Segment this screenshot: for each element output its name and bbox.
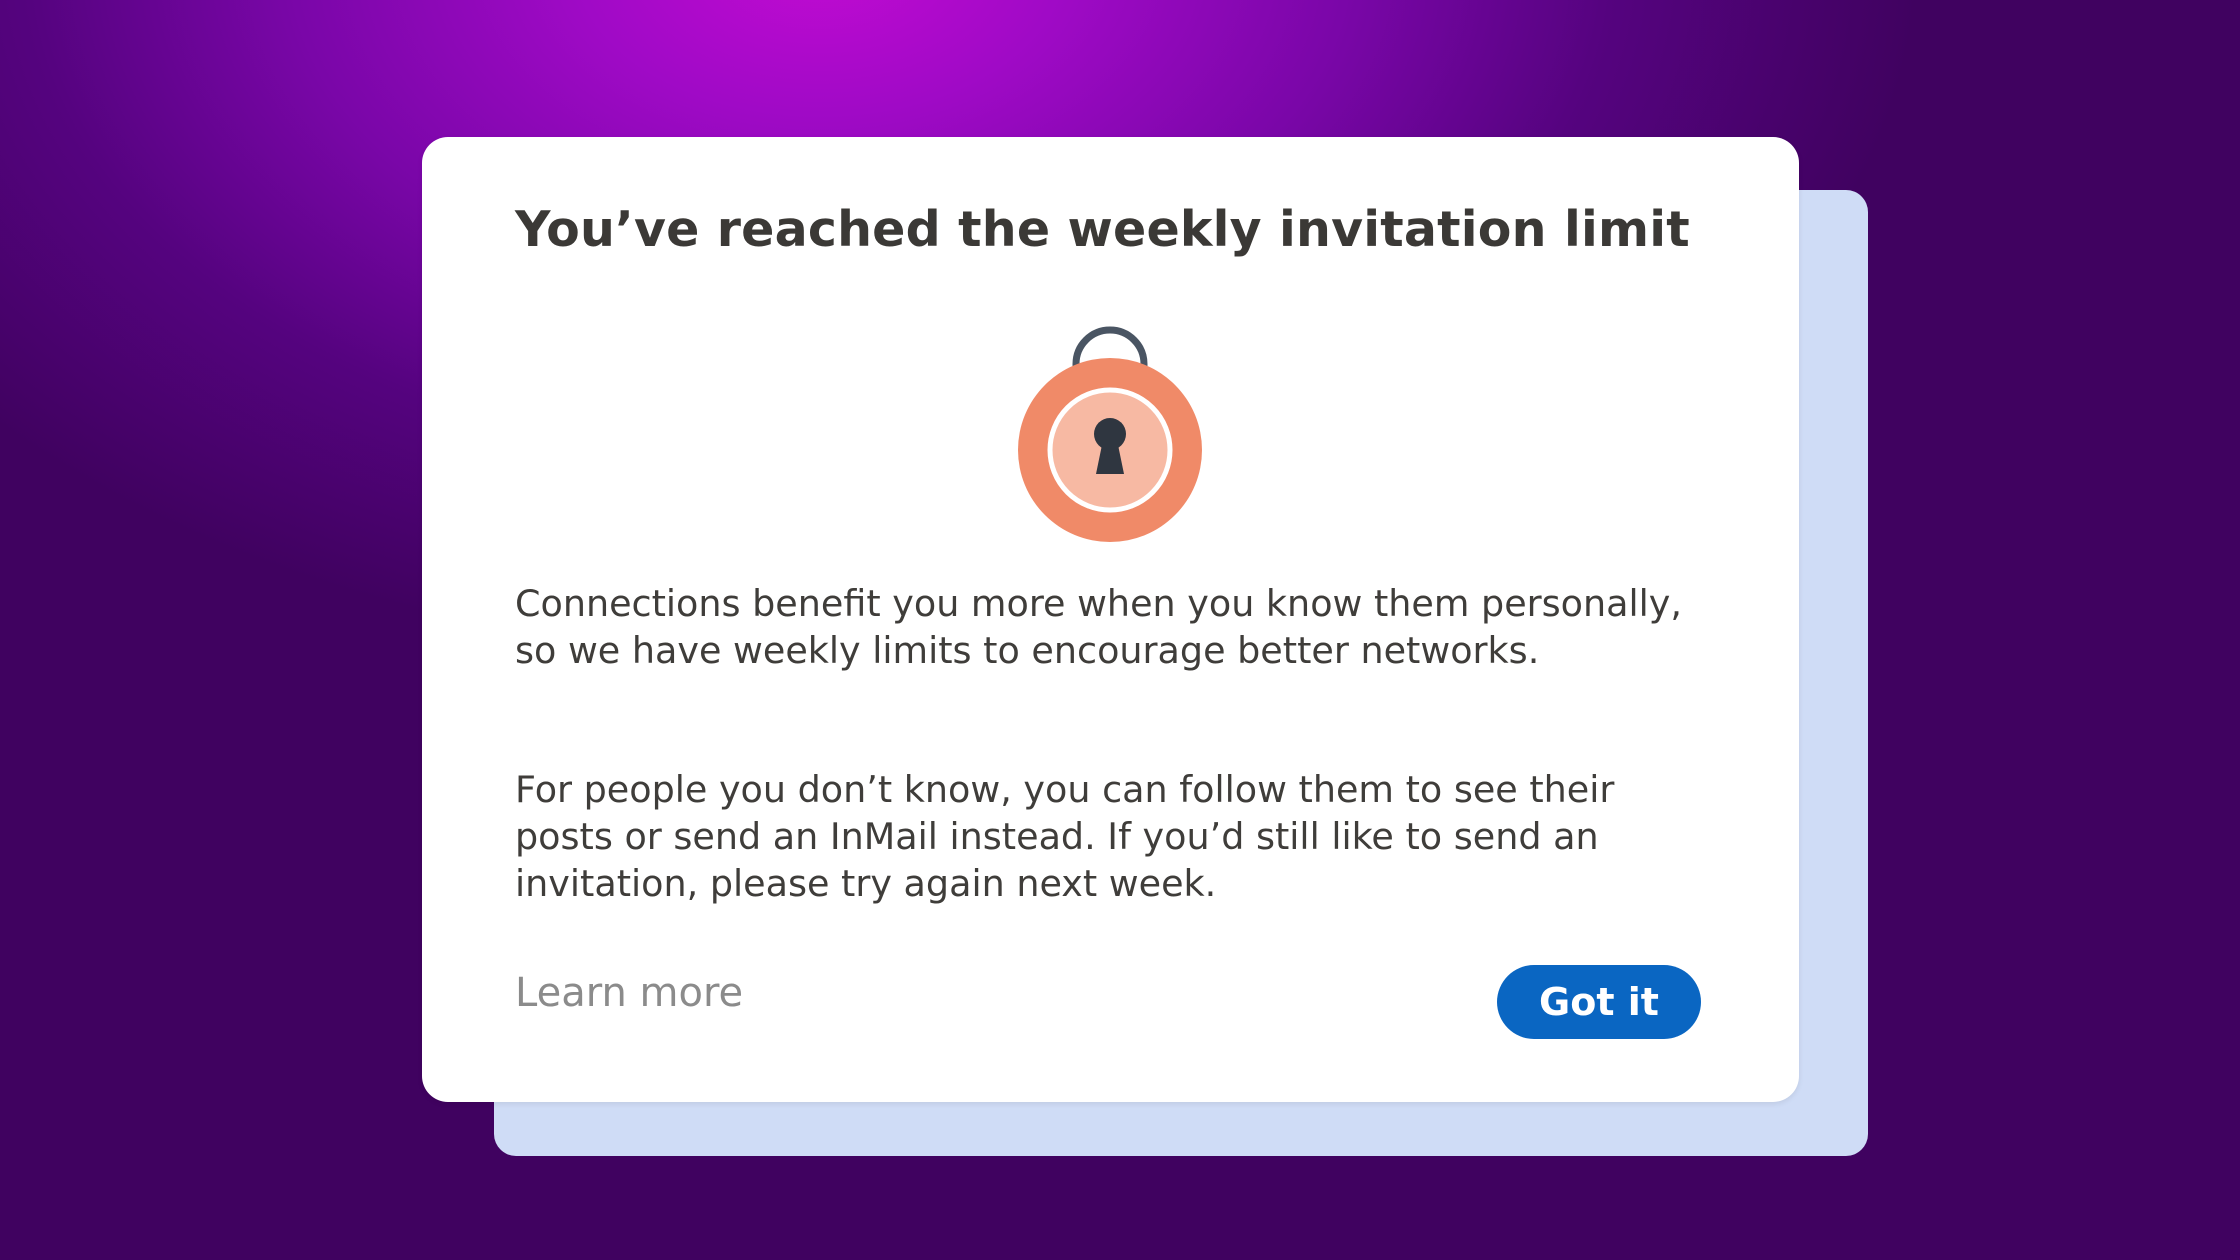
invitation-limit-dialog: You’ve reached the weekly invitation lim… xyxy=(422,137,1799,1102)
got-it-button[interactable]: Got it xyxy=(1497,965,1701,1039)
dialog-paragraph-alternatives: For people you don’t know, you can follo… xyxy=(515,768,1615,905)
dialog-paragraph-connections: Connections benefit you more when you kn… xyxy=(515,582,1683,672)
dialog-title: You’ve reached the weekly invitation lim… xyxy=(515,201,1690,258)
padlock-icon xyxy=(1010,302,1210,542)
learn-more-link[interactable]: Learn more xyxy=(515,969,743,1017)
